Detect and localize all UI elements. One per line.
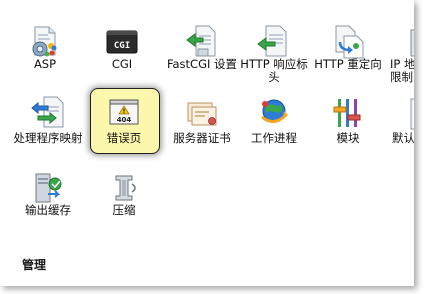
feature-http-response-headers[interactable]: HTTP 响应标头 bbox=[236, 24, 312, 84]
feature-output-caching-label: 输出缓存 bbox=[25, 203, 71, 217]
feature-default-document-label: 默认文档 bbox=[392, 131, 414, 145]
feature-http-redirect[interactable]: HTTP 重定向 bbox=[311, 24, 385, 84]
feature-asp-label: ASP bbox=[33, 57, 57, 71]
feature-fastcgi-label: FastCGI 设置 bbox=[166, 57, 238, 71]
default-document-icon bbox=[410, 98, 414, 130]
section-management-title: 管理 bbox=[22, 258, 47, 272]
feature-error-pages-label: 错误页 bbox=[106, 131, 142, 145]
feature-handler-mappings[interactable]: 处理程序映射 bbox=[8, 95, 88, 155]
feature-ip-restrictions-label: IP 地址和域限制 bbox=[390, 57, 414, 84]
cgi-icon: CGI bbox=[106, 30, 138, 54]
asp-icon bbox=[32, 26, 57, 57]
feature-worker-processes[interactable]: 工作进程 bbox=[236, 95, 312, 155]
server-certificates-icon bbox=[187, 102, 217, 126]
compression-icon bbox=[115, 175, 136, 201]
feature-ip-restrictions[interactable]: IP 地址和域限制 bbox=[386, 24, 414, 84]
error-icon-text: 404 bbox=[117, 116, 132, 124]
feature-worker-processes-label: 工作进程 bbox=[251, 131, 297, 145]
feature-default-document[interactable]: 默认文档 bbox=[386, 95, 414, 155]
worker-processes-icon bbox=[261, 99, 288, 123]
feature-error-pages[interactable]: 404 错误页 bbox=[87, 95, 161, 155]
feature-http-response-headers-label: HTTP 响应标头 bbox=[240, 57, 308, 84]
feature-handler-mappings-label: 处理程序映射 bbox=[13, 131, 83, 145]
feature-output-caching[interactable]: 输出缓存 bbox=[8, 170, 88, 230]
feature-asp[interactable]: ASP bbox=[8, 24, 82, 84]
feature-compression[interactable]: 压缩 bbox=[87, 170, 161, 230]
cgi-icon-text: CGI bbox=[114, 41, 130, 51]
feature-modules-label: 模块 bbox=[336, 131, 360, 145]
handler-mappings-icon bbox=[31, 96, 64, 128]
modules-icon bbox=[333, 99, 361, 127]
feature-modules[interactable]: 模块 bbox=[311, 95, 385, 155]
http-redirect-icon bbox=[335, 25, 364, 59]
features-view-panel: ASP CGI CGI FastCGI 设置 HTTP 响应标头 HTTP 重定… bbox=[0, 0, 414, 286]
output-caching-icon bbox=[35, 173, 62, 203]
feature-cgi[interactable]: CGI CGI bbox=[85, 24, 159, 84]
ip-restrictions-icon bbox=[410, 29, 414, 57]
feature-server-certificates[interactable]: 服务器证书 bbox=[162, 95, 242, 155]
feature-http-redirect-label: HTTP 重定向 bbox=[314, 57, 382, 71]
fastcgi-settings-icon bbox=[186, 25, 216, 57]
feature-cgi-label: CGI bbox=[111, 57, 133, 71]
feature-server-certificates-label: 服务器证书 bbox=[173, 131, 231, 145]
feature-fastcgi[interactable]: FastCGI 设置 bbox=[162, 24, 242, 84]
http-response-headers-icon bbox=[257, 25, 287, 57]
error-pages-icon: 404 bbox=[109, 99, 139, 125]
feature-compression-label: 压缩 bbox=[112, 203, 136, 217]
